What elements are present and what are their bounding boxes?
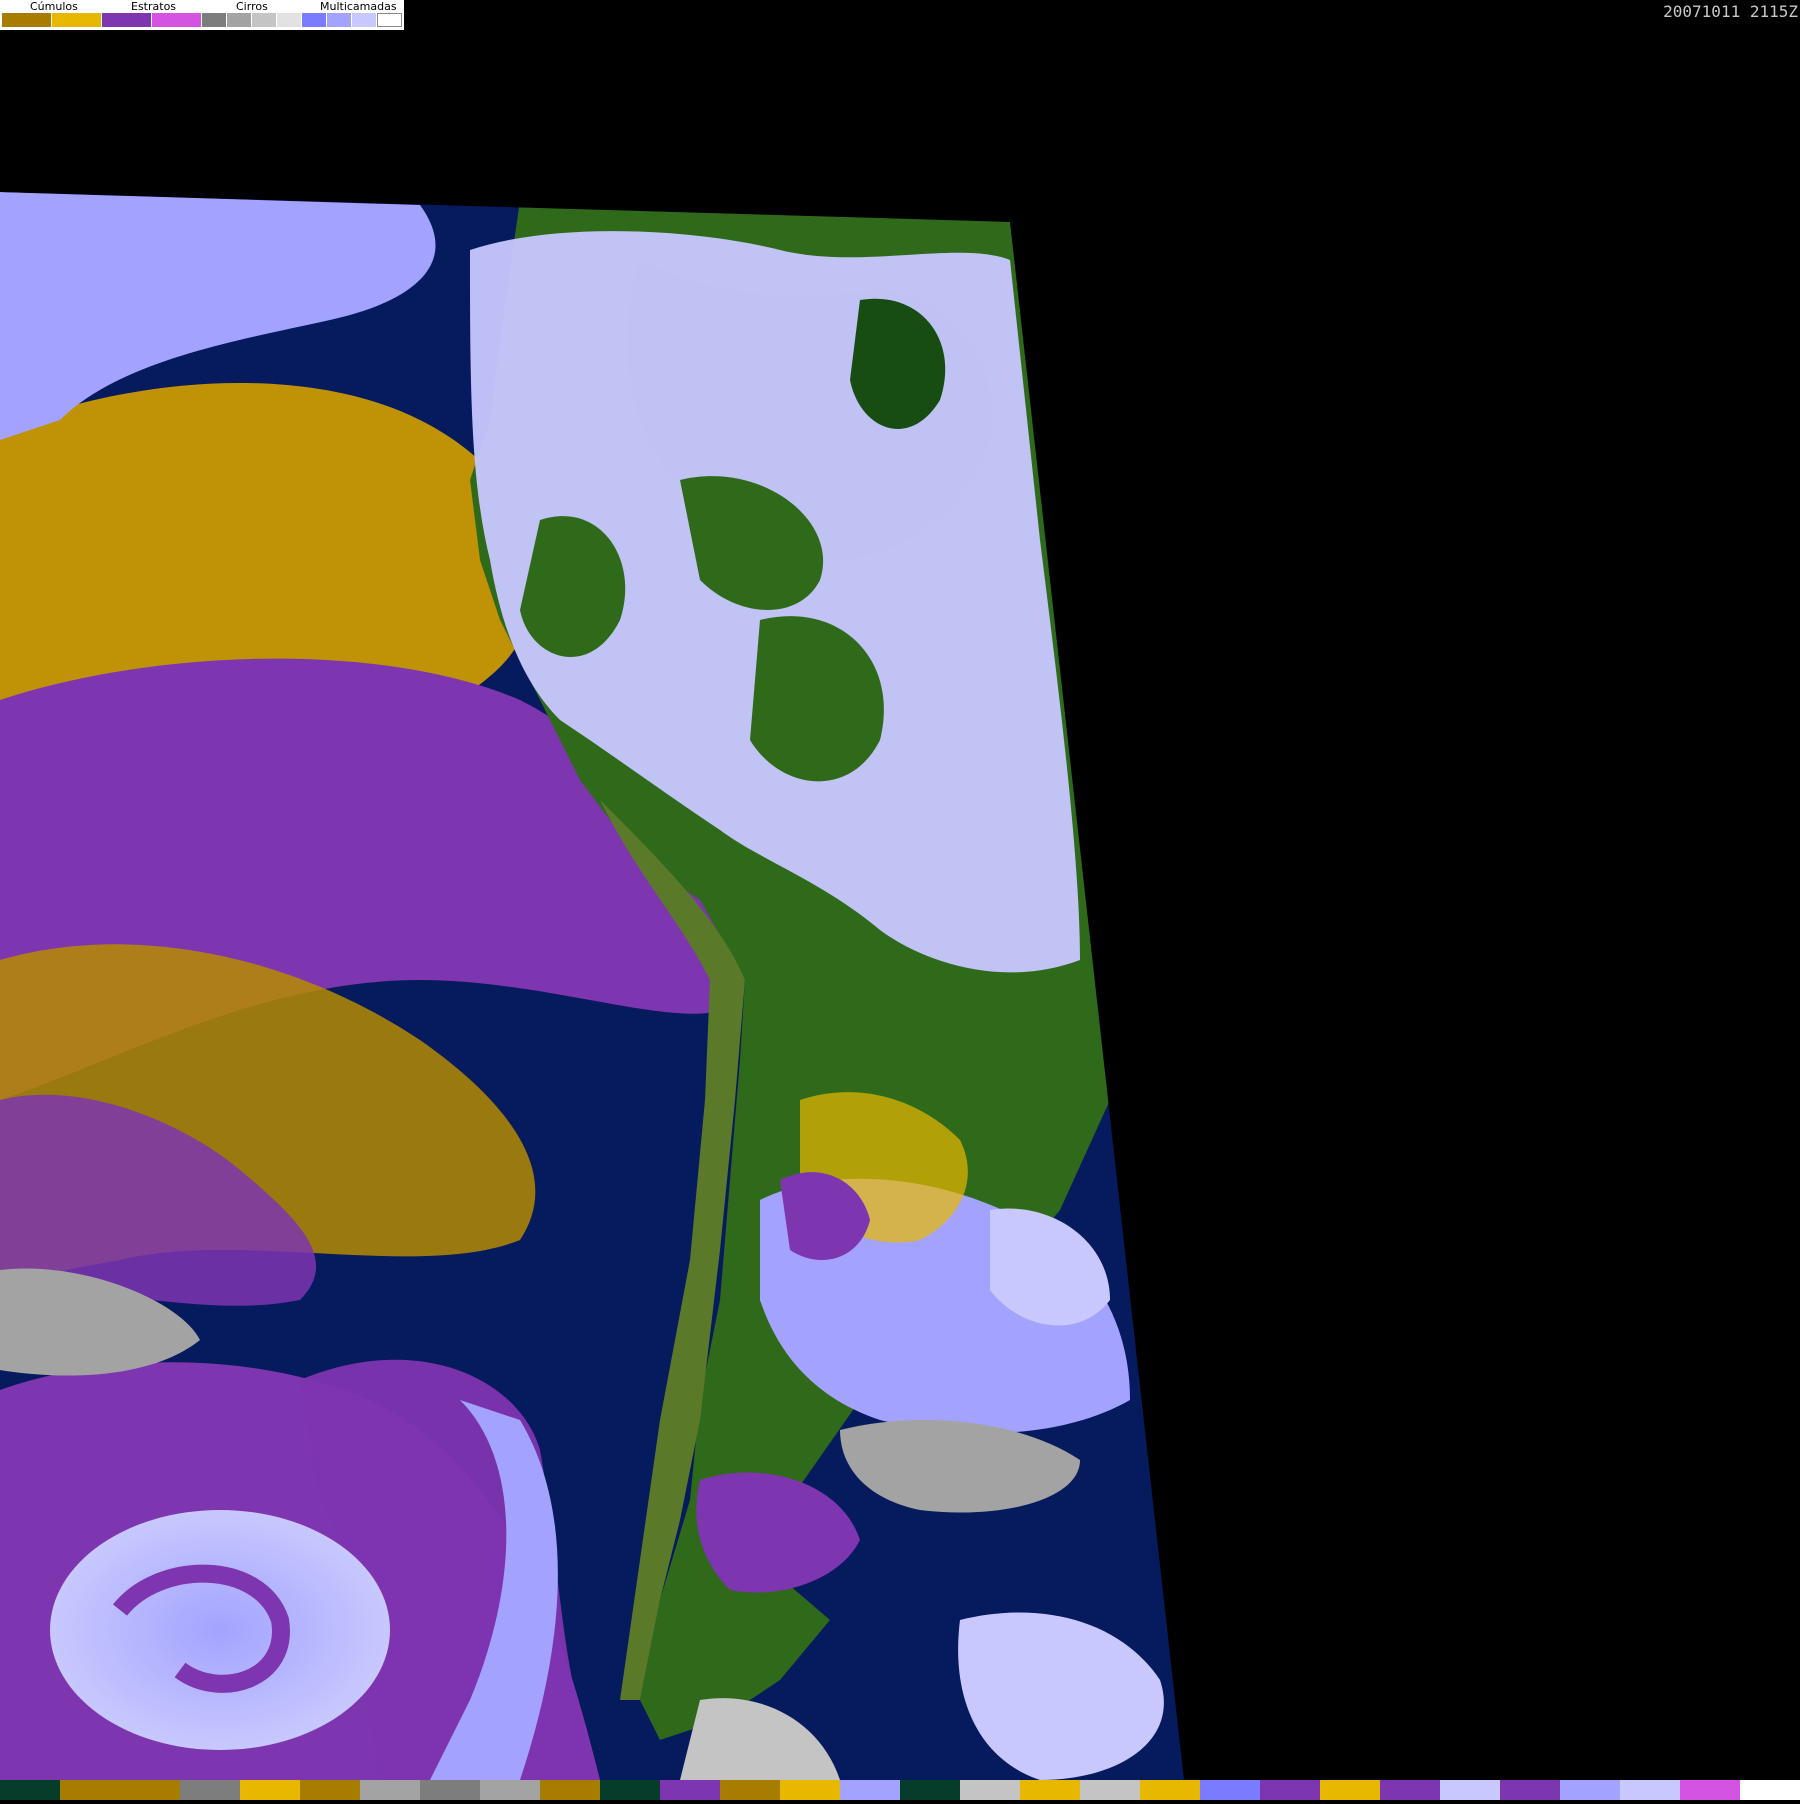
strip-cell-4	[240, 1780, 300, 1800]
strip-cell-27	[1620, 1780, 1680, 1800]
strip-cell-14	[840, 1780, 900, 1800]
strip-cell-24	[1440, 1780, 1500, 1800]
timestamp: 20071011 2115Z	[1663, 2, 1798, 21]
strip-cell-3	[180, 1780, 240, 1800]
strip-cell-25	[1500, 1780, 1560, 1800]
legend-label-stratus: Estratos	[131, 0, 177, 13]
strip-cell-20	[1200, 1780, 1260, 1800]
strip-cell-21	[1260, 1780, 1320, 1800]
strip-cell-9	[540, 1780, 600, 1800]
legend-swatches	[2, 13, 402, 27]
strip-cell-18	[1080, 1780, 1140, 1800]
strip-cell-19	[1140, 1780, 1200, 1800]
strip-cell-28	[1680, 1780, 1740, 1800]
legend-label-cumulus: Cúmulos	[30, 0, 78, 13]
legend-swatch-2-2	[252, 13, 277, 27]
strip-cell-16	[960, 1780, 1020, 1800]
strip-cell-6	[360, 1780, 420, 1800]
cyclone-swirl	[50, 1510, 390, 1750]
strip-cell-22	[1320, 1780, 1380, 1800]
legend-swatch-2-1	[227, 13, 252, 27]
strip-cell-13	[780, 1780, 840, 1800]
strip-cell-23	[1380, 1780, 1440, 1800]
legend-swatch-3-0	[302, 13, 327, 27]
satellite-cloud-classification-map	[0, 0, 1800, 1800]
strip-cell-26	[1560, 1780, 1620, 1800]
bottom-color-strip	[0, 1780, 1800, 1800]
strip-cell-5	[300, 1780, 360, 1800]
legend-swatch-3-3	[377, 13, 402, 27]
map-svg	[0, 192, 1184, 1780]
strip-cell-11	[660, 1780, 720, 1800]
legend-swatch-2-0	[202, 13, 227, 27]
strip-cell-2	[120, 1780, 180, 1800]
strip-cell-10	[600, 1780, 660, 1800]
strip-cell-8	[480, 1780, 540, 1800]
strip-cell-1	[60, 1780, 120, 1800]
legend-swatch-1-1	[152, 13, 202, 27]
strip-cell-15	[900, 1780, 960, 1800]
strip-cell-29	[1740, 1780, 1800, 1800]
legend-swatch-3-2	[352, 13, 377, 27]
legend-label-cirrus: Cirros	[236, 0, 268, 13]
strip-cell-0	[0, 1780, 60, 1800]
strip-cell-12	[720, 1780, 780, 1800]
strip-cell-17	[1020, 1780, 1080, 1800]
image-footprint	[0, 192, 1184, 1780]
legend-swatch-2-3	[277, 13, 302, 27]
legend-swatch-0-0	[2, 13, 52, 27]
legend-swatch-1-0	[102, 13, 152, 27]
cloud-type-legend: Cúmulos Estratos Cirros Multicamadas	[0, 0, 404, 30]
legend-swatch-3-1	[327, 13, 352, 27]
strip-cell-7	[420, 1780, 480, 1800]
legend-label-multilayer: Multicamadas	[320, 0, 397, 13]
legend-swatch-0-1	[52, 13, 102, 27]
